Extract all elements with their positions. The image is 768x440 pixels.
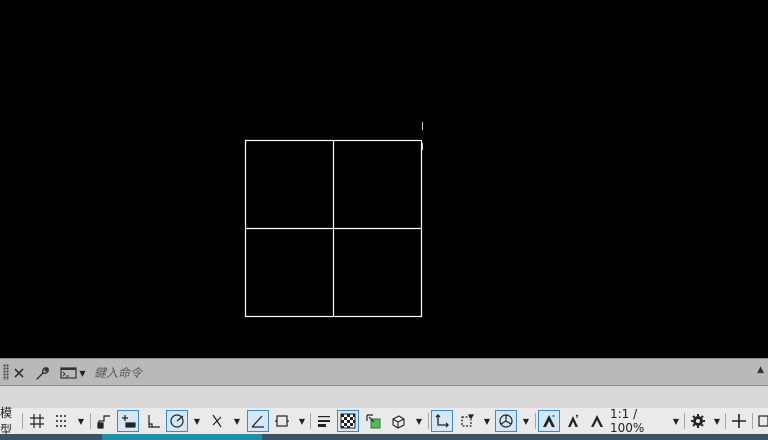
grid-icon[interactable] — [26, 410, 48, 432]
polar-tracking-icon[interactable] — [166, 410, 188, 432]
selection-filter-icon[interactable] — [455, 410, 479, 432]
command-prompt-icon[interactable]: ▼ — [58, 363, 88, 383]
snap-icon[interactable] — [50, 410, 72, 432]
isodraft-dropdown-icon[interactable]: ▼ — [230, 410, 244, 432]
selection-cycling-icon[interactable] — [362, 410, 384, 432]
customize-icon[interactable] — [755, 410, 768, 432]
annotation-scale-dropdown-icon[interactable]: ▼ — [670, 410, 682, 432]
object-snap-tracking-icon[interactable] — [247, 410, 269, 432]
divider — [428, 413, 429, 429]
tab-model[interactable]: 模型 — [0, 406, 20, 437]
dynamic-input-icon[interactable] — [117, 410, 139, 432]
isodraft-icon[interactable] — [206, 410, 228, 432]
divider — [90, 413, 91, 429]
lineweight-icon[interactable] — [313, 410, 335, 432]
auto-scale-icon[interactable] — [562, 410, 584, 432]
wrench-icon[interactable] — [33, 363, 51, 383]
grip-handle-icon[interactable] — [3, 364, 9, 380]
annotation-scale-value[interactable]: 1:1 / 100% — [610, 407, 670, 435]
polar-dropdown-icon[interactable]: ▼ — [190, 410, 204, 432]
workspace-gear-icon[interactable] — [688, 410, 708, 432]
annotation-scale-icon[interactable] — [586, 410, 608, 432]
workspace-dropdown-icon[interactable]: ▼ — [710, 410, 724, 432]
drawing-canvas[interactable] — [0, 0, 768, 358]
divider — [535, 413, 536, 429]
command-input[interactable] — [90, 363, 738, 383]
object-snap-dropdown-icon[interactable]: ▼ — [295, 410, 309, 432]
divider — [684, 413, 685, 429]
divider — [310, 413, 311, 429]
selection-filter-dropdown-icon[interactable]: ▼ — [480, 410, 494, 432]
infer-constraints-icon[interactable] — [93, 410, 115, 432]
transparency-icon[interactable] — [337, 410, 359, 432]
plus-icon[interactable] — [728, 410, 750, 432]
status-bar: 模型 ▼ ▼ ▼ ▼ ▼ ▼ ▼ 1:1 / 100% ▼ ▼ — [0, 406, 768, 437]
gizmo-icon[interactable] — [495, 410, 517, 432]
divider — [22, 413, 23, 429]
close-icon[interactable] — [12, 363, 26, 383]
annotation-visibility-icon[interactable] — [538, 410, 560, 432]
snap-dropdown-icon[interactable]: ▼ — [74, 410, 88, 432]
ortho-icon[interactable] — [142, 410, 164, 432]
divider — [725, 413, 726, 429]
gizmo-dropdown-icon[interactable]: ▼ — [519, 410, 533, 432]
command-line-bar: ▼ ▲ — [0, 358, 768, 386]
object-snap-icon[interactable] — [271, 410, 293, 432]
bottom-accent-bar — [0, 434, 768, 440]
chevron-up-icon[interactable]: ▲ — [757, 365, 764, 375]
divider — [752, 413, 753, 429]
toolbar-gap — [0, 386, 768, 408]
dynamic-ucs-icon[interactable] — [431, 410, 453, 432]
accent-highlight — [102, 434, 262, 440]
3d-object-snap-icon[interactable] — [386, 410, 410, 432]
3d-snap-dropdown-icon[interactable]: ▼ — [412, 410, 426, 432]
